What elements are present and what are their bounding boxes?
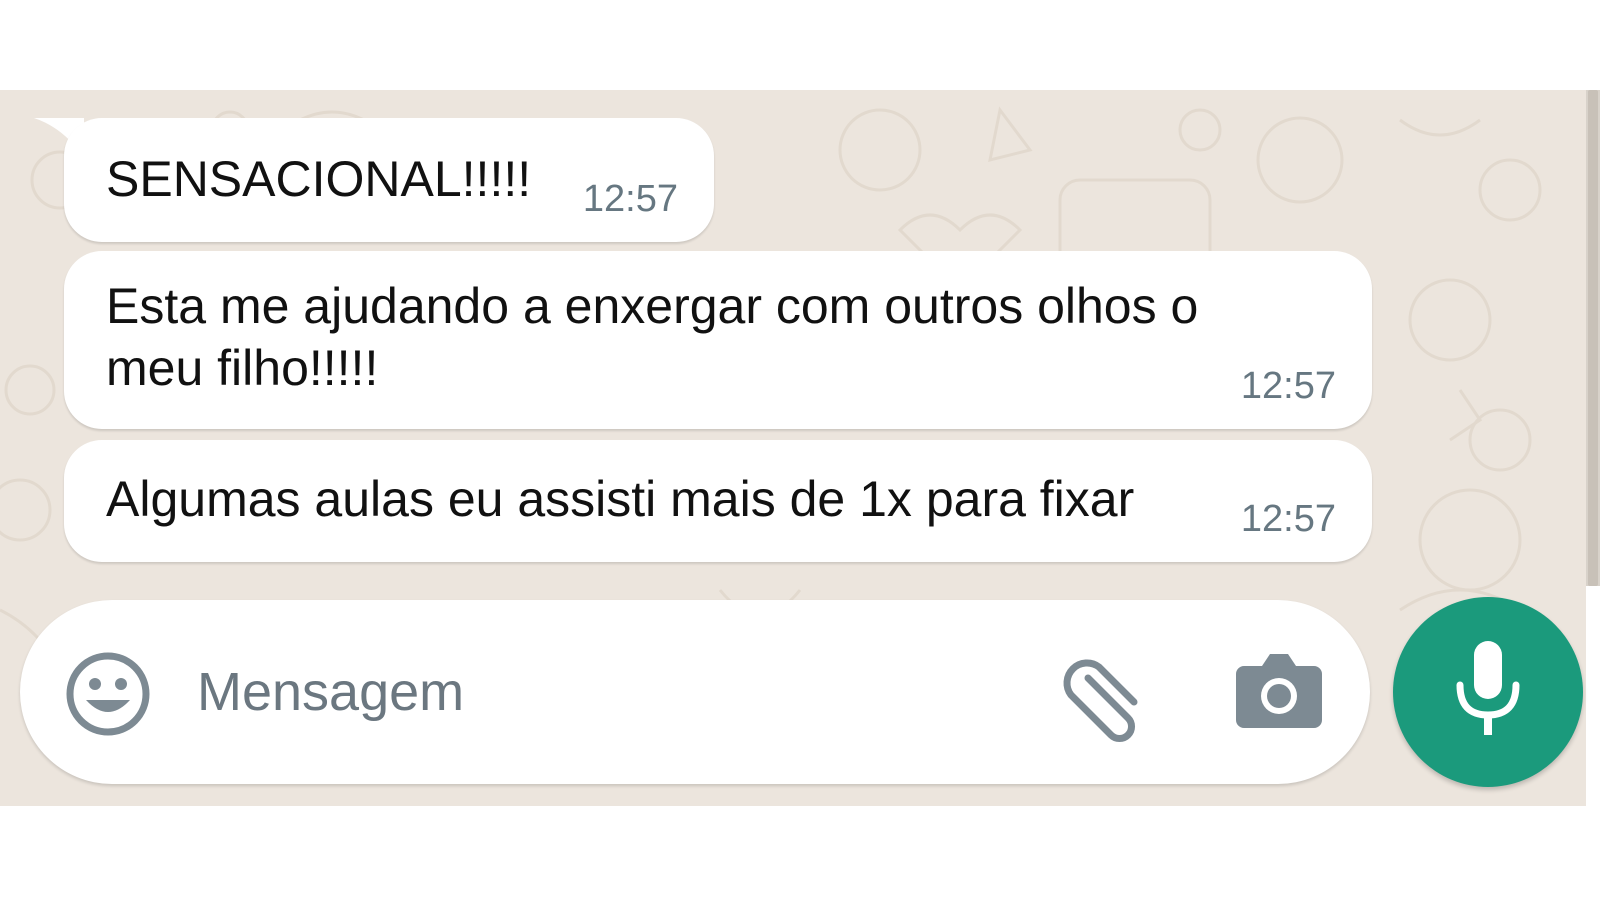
message-bubble[interactable]: Algumas aulas eu assisti mais de 1x para… (64, 440, 1372, 562)
message-text: SENSACIONAL!!!!! (106, 151, 532, 207)
message-time: 12:57 (1240, 498, 1336, 540)
smiley-icon[interactable] (64, 650, 152, 738)
microphone-icon (1456, 641, 1520, 735)
message-bubble[interactable]: SENSACIONAL!!!!! 12:57 (64, 118, 714, 242)
message-text: Algumas aulas eu assisti mais de 1x para… (106, 471, 1135, 527)
message-time: 12:57 (582, 178, 678, 220)
scrollbar[interactable] (1586, 90, 1600, 586)
message-bubble[interactable]: Esta me ajudando a enxergar com outros o… (64, 251, 1372, 429)
scrollbar-thumb[interactable] (1588, 90, 1598, 586)
message-time: 12:57 (1240, 365, 1336, 407)
microphone-button[interactable] (1393, 597, 1583, 787)
message-input-bar: Mensagem (20, 600, 1370, 784)
camera-icon[interactable] (1236, 650, 1322, 730)
paperclip-icon[interactable] (1058, 648, 1154, 744)
message-input[interactable]: Mensagem (197, 660, 464, 724)
message-text: Esta me ajudando a enxergar com outros o… (106, 278, 1199, 396)
